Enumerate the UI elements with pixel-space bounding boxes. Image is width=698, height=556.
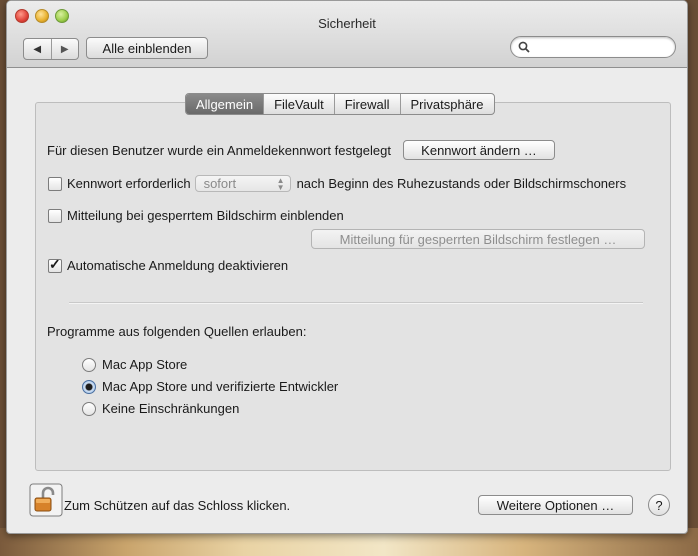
titlebar: Sicherheit ◀ ▶ Alle einblenden <box>7 1 687 68</box>
radio-label: Mac App Store und verifizierte Entwickle… <box>102 379 339 394</box>
radio-app-store[interactable] <box>82 357 96 372</box>
show-all-button[interactable]: Alle einblenden <box>86 37 208 59</box>
radio-label: Mac App Store <box>102 357 188 372</box>
require-password-suffix: nach Beginn des Ruhezustands oder Bildsc… <box>296 176 627 191</box>
require-password-label: Kennwort erforderlich <box>67 176 191 191</box>
radio-option-app-store[interactable]: Mac App Store <box>82 357 187 372</box>
radio-identified-developers[interactable] <box>82 379 96 394</box>
require-password-row: Kennwort erforderlich sofort ▲ ▼ nach Beg… <box>48 175 626 192</box>
password-row: Für diesen Benutzer wurde ein Anmeldeken… <box>47 140 555 160</box>
lock-icon[interactable] <box>29 483 63 517</box>
require-password-delay-select[interactable]: sofort ▲ ▼ <box>194 175 291 192</box>
disable-autologin-label: Automatische Anmeldung deaktivieren <box>67 258 289 273</box>
popup-arrows-icon: ▲ ▼ <box>276 176 285 192</box>
change-password-button[interactable]: Kennwort ändern … <box>402 140 555 160</box>
back-button[interactable]: ◀ <box>24 39 52 59</box>
search-field[interactable] <box>510 36 676 58</box>
require-password-delay-value: sofort <box>203 176 237 191</box>
radio-option-anywhere[interactable]: Keine Einschränkungen <box>82 401 239 416</box>
lock-hint-text: Zum Schützen auf das Schloss klicken. <box>64 498 291 513</box>
tab-general[interactable]: Allgemein <box>186 94 264 114</box>
autologin-row: Automatische Anmeldung deaktivieren <box>48 256 289 273</box>
advanced-options-button[interactable]: Weitere Optionen … <box>478 495 633 515</box>
set-lock-message-button[interactable]: Mitteilung für gesperrten Bildschirm fes… <box>311 229 645 249</box>
preferences-window: Sicherheit ◀ ▶ Alle einblenden Allgemein… <box>6 0 688 534</box>
tab-filevault[interactable]: FileVault <box>263 94 334 114</box>
radio-option-identified-developers[interactable]: Mac App Store und verifizierte Entwickle… <box>82 379 338 394</box>
search-icon <box>518 41 530 53</box>
lock-message-label: Mitteilung bei gesperrtem Bildschirm ein… <box>67 208 344 223</box>
gatekeeper-heading: Programme aus folgenden Quellen erlauben… <box>47 324 307 339</box>
help-icon[interactable]: ? <box>648 494 670 516</box>
lock-message-checkbox[interactable] <box>48 208 62 223</box>
window-title: Sicherheit <box>318 16 376 31</box>
tab-bar: Allgemein FileVault Firewall Privatsphär… <box>185 93 495 115</box>
tab-firewall[interactable]: Firewall <box>333 94 400 114</box>
tab-privacy[interactable]: Privatsphäre <box>399 94 494 114</box>
nav-button-group: ◀ ▶ <box>23 38 79 60</box>
radio-label: Keine Einschränkungen <box>102 401 240 416</box>
lock-message-row: Mitteilung bei gesperrtem Bildschirm ein… <box>48 208 344 223</box>
require-password-checkbox[interactable] <box>48 176 62 191</box>
section-divider <box>69 302 643 304</box>
forward-button[interactable]: ▶ <box>52 39 79 59</box>
radio-anywhere[interactable] <box>82 401 96 416</box>
password-status-text: Für diesen Benutzer wurde ein Anmeldeken… <box>47 142 391 158</box>
disable-autologin-checkbox[interactable] <box>48 256 62 273</box>
